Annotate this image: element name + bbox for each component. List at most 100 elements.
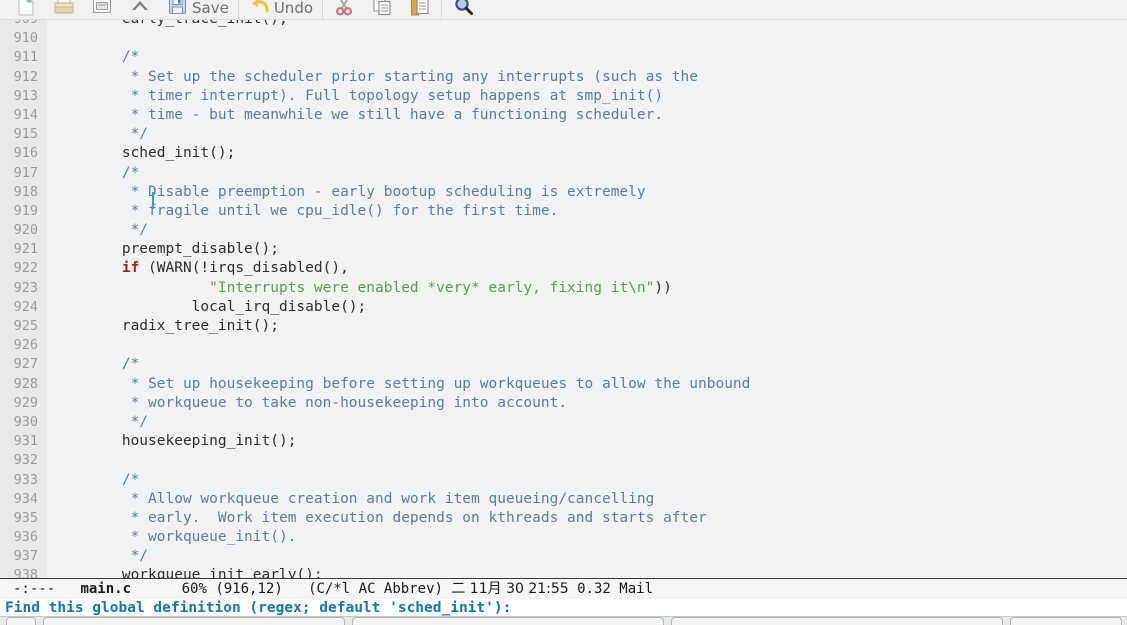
- line-number: 932: [13, 452, 38, 469]
- code-line[interactable]: 930 */: [0, 413, 1127, 432]
- code-buffer[interactable]: 909 early_trace_init();910911 /*912 * Se…: [0, 20, 1127, 578]
- code-line[interactable]: 934 * Allow workqueue creation and work …: [0, 490, 1127, 509]
- line-number: 918: [13, 183, 38, 200]
- line-text: local_irq_disable();: [47, 298, 1127, 317]
- mode-line-gap-1: [131, 581, 182, 597]
- line-number: 915: [13, 126, 38, 143]
- line-number: 933: [13, 471, 38, 488]
- code-line[interactable]: 921 preempt_disable();: [0, 240, 1127, 259]
- code-line[interactable]: 922 if (WARN(!irqs_disabled(),: [0, 259, 1127, 278]
- line-number: 936: [13, 529, 38, 546]
- line-text: /*: [47, 355, 1127, 374]
- open-file-icon[interactable]: [52, 0, 76, 19]
- line-text: * fragile until we cpu_idle() for the fi…: [47, 202, 1127, 221]
- code-line[interactable]: 936 * workqueue_init().: [0, 528, 1127, 547]
- code-line[interactable]: 920 */: [0, 221, 1127, 240]
- code-line[interactable]: 933 /*: [0, 471, 1127, 490]
- undo-button[interactable]: Undo: [248, 0, 313, 19]
- line-text: * Set up the scheduler prior starting an…: [47, 68, 1127, 87]
- code-line[interactable]: 925 radix_tree_init();: [0, 317, 1127, 336]
- code-token-cmt: */: [52, 222, 149, 239]
- line-text: /*: [47, 48, 1127, 67]
- line-text: radix_tree_init();: [47, 317, 1127, 336]
- line-text: workqueue_init_early();: [47, 566, 1127, 578]
- close-buffer-icon[interactable]: [128, 0, 152, 19]
- code-token-cmt: */: [52, 126, 149, 143]
- code-line[interactable]: 929 * workqueue to take non-housekeeping…: [0, 394, 1127, 413]
- line-number: 923: [13, 279, 38, 296]
- code-line[interactable]: 924 local_irq_disable();: [0, 298, 1127, 317]
- line-text: if (WARN(!irqs_disabled(),: [47, 259, 1127, 278]
- line-number: 911: [13, 49, 38, 66]
- code-line[interactable]: 917 /*: [0, 164, 1127, 183]
- line-number: 913: [13, 87, 38, 104]
- code-line[interactable]: 918 * Disable preemption - early bootup …: [0, 183, 1127, 202]
- code-line[interactable]: 912 * Set up the scheduler prior startin…: [0, 68, 1127, 87]
- code-line[interactable]: 923 "Interrupts were enabled *very* earl…: [0, 279, 1127, 298]
- code-token-plain: sched_init();: [52, 145, 236, 162]
- code-token-cmt: * Set up the scheduler prior starting an…: [52, 68, 699, 85]
- code-token-plain: preempt_disable();: [52, 241, 279, 258]
- code-line[interactable]: 926: [0, 336, 1127, 355]
- code-token-cmt: * Set up housekeeping before setting up …: [52, 375, 751, 392]
- code-line[interactable]: 931 housekeeping_init();: [0, 432, 1127, 451]
- line-number: 922: [13, 260, 38, 277]
- code-line[interactable]: 909 early_trace_init();: [0, 20, 1127, 29]
- undo-label: Undo: [273, 0, 314, 17]
- code-line[interactable]: 935 * early. Work item execution depends…: [0, 509, 1127, 528]
- code-line[interactable]: 927 /*: [0, 355, 1127, 374]
- code-token-cmt: * fragile until we cpu_idle() for the fi…: [52, 202, 559, 219]
- code-line[interactable]: 914 * time - but meanwhile we still have…: [0, 106, 1127, 125]
- toolbar-separator-2: [322, 0, 324, 19]
- line-number: 926: [13, 337, 38, 354]
- dired-icon[interactable]: [90, 0, 114, 19]
- code-line[interactable]: 938 workqueue_init_early();: [0, 566, 1127, 578]
- code-line[interactable]: 910: [0, 29, 1127, 48]
- cut-icon[interactable]: [332, 0, 356, 19]
- text-cursor: [152, 192, 154, 209]
- mode-line[interactable]: -:--- main.c 60% (916,12) (C/*l AC Abbre…: [0, 578, 1127, 599]
- code-token-plain: )): [654, 279, 672, 296]
- minibuffer[interactable]: Find this global definition (regex; defa…: [0, 599, 1127, 616]
- desktop-taskbar[interactable]: [0, 616, 1127, 625]
- save-label: Save: [192, 0, 229, 17]
- taskbar-window-button[interactable]: [352, 617, 664, 625]
- code-line[interactable]: 911 /*: [0, 48, 1127, 67]
- code-line[interactable]: 919 * fragile until we cpu_idle() for th…: [0, 202, 1127, 221]
- code-line[interactable]: 932: [0, 451, 1127, 470]
- line-text: /*: [47, 164, 1127, 183]
- code-token-cmt: * workqueue to take non-housekeeping int…: [52, 394, 568, 411]
- line-number: 912: [13, 68, 38, 85]
- code-token-plain: housekeeping_init();: [52, 433, 297, 450]
- code-token-plain: local_irq_disable();: [52, 298, 367, 315]
- code-lines: 909 early_trace_init();910911 /*912 * Se…: [0, 20, 1127, 578]
- code-token-cmt: */: [52, 413, 149, 430]
- code-line[interactable]: 916 sched_init();: [0, 144, 1127, 163]
- code-line[interactable]: 913 * timer interrupt). Full topology se…: [0, 87, 1127, 106]
- taskbar-start-button[interactable]: [6, 617, 36, 625]
- line-text: housekeeping_init();: [47, 432, 1127, 451]
- line-text: /*: [47, 471, 1127, 490]
- taskbar-window-button[interactable]: [43, 617, 345, 625]
- mode-line-mail-indicator: Mail: [619, 581, 653, 597]
- taskbar-window-button[interactable]: [671, 617, 1003, 625]
- line-number: 919: [13, 202, 38, 219]
- taskbar-window-button[interactable]: [1010, 617, 1122, 625]
- code-line[interactable]: 937 */: [0, 547, 1127, 566]
- code-line[interactable]: 928 * Set up housekeeping before setting…: [0, 375, 1127, 394]
- line-number: 934: [13, 490, 38, 507]
- new-file-icon[interactable]: [14, 0, 38, 19]
- code-line[interactable]: 915 */: [0, 125, 1127, 144]
- copy-icon[interactable]: [370, 0, 394, 19]
- line-text: [47, 29, 1127, 48]
- save-button[interactable]: Save: [166, 0, 229, 19]
- code-token-plain: workqueue_init_early();: [52, 567, 323, 578]
- code-token-cmt: /*: [52, 356, 140, 373]
- code-token-cmt: */: [52, 548, 149, 565]
- search-icon[interactable]: [451, 0, 475, 19]
- mode-line-status: -:---: [13, 581, 56, 597]
- line-number: 925: [13, 318, 38, 334]
- code-token-cmt: * time - but meanwhile we still have a f…: [52, 106, 664, 123]
- toolbar-separator-3: [441, 0, 443, 19]
- paste-icon[interactable]: [408, 0, 432, 19]
